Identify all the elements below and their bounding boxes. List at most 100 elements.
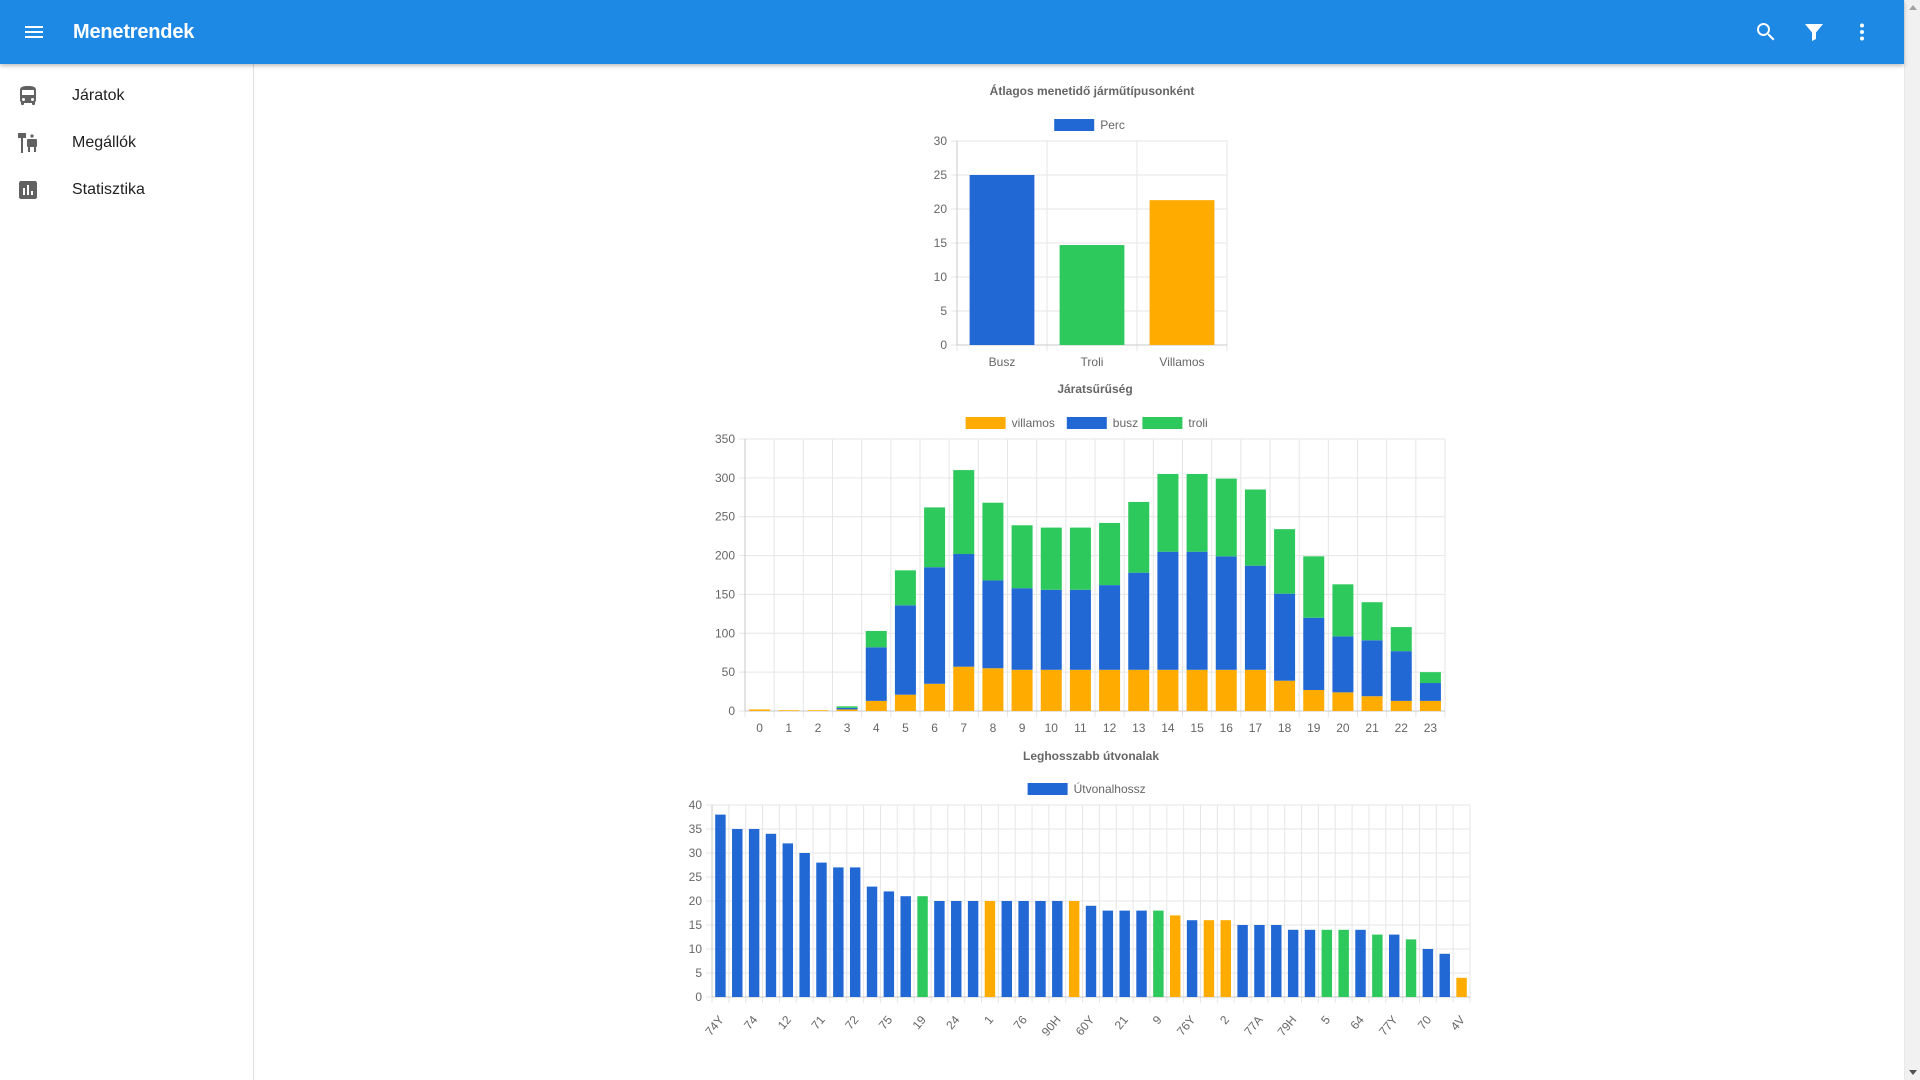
bar	[1456, 977, 1467, 997]
x-tick-label: 21	[1365, 721, 1379, 735]
bar-villamos	[1303, 690, 1325, 711]
chart-title: Leghosszabb útvonalak	[1023, 749, 1159, 763]
sidebar-item-megallok[interactable]: Megállók	[0, 119, 253, 166]
bar-troli	[865, 630, 887, 648]
x-tick-label: 9	[1150, 1013, 1165, 1027]
bar-troli	[1274, 529, 1296, 594]
bar-busz	[836, 707, 858, 710]
sidebar-item-statisztika[interactable]: Statisztika	[0, 166, 253, 213]
bar-troli	[1099, 522, 1121, 586]
bar-villamos	[1274, 680, 1296, 711]
bar-troli	[836, 706, 858, 708]
search-icon	[1757, 23, 1775, 41]
bar-troli	[1244, 489, 1266, 566]
bar-busz	[1244, 565, 1266, 670]
bar	[849, 867, 861, 997]
menu-button[interactable]	[0, 0, 68, 64]
bar	[1153, 910, 1164, 997]
sidebar-item-label: Megállók	[72, 133, 137, 151]
x-tick-label: 79H	[1275, 1013, 1300, 1039]
y-tick-label: 15	[689, 918, 703, 932]
scroll-down-icon[interactable]	[1909, 1070, 1917, 1075]
bar-busz	[1215, 556, 1237, 670]
x-tick-label: 70	[1415, 1013, 1435, 1032]
y-tick-label: 25	[934, 168, 948, 182]
y-tick-label: 10	[689, 942, 703, 956]
bar-villamos	[1069, 669, 1091, 711]
x-tick-label: 90H	[1039, 1013, 1064, 1039]
x-tick-label: 71	[808, 1013, 828, 1032]
bar-troli	[1157, 473, 1179, 552]
x-tick-label: 1	[785, 721, 792, 735]
y-tick-label: 20	[689, 894, 703, 908]
x-tick-label: 14	[1161, 721, 1175, 735]
bar	[967, 901, 979, 997]
bar	[1001, 901, 1012, 997]
y-tick-label: 200	[715, 549, 735, 563]
y-tick-label: 25	[689, 870, 703, 884]
x-tick-label: 11	[1074, 721, 1087, 735]
y-tick-label: 10	[934, 270, 948, 284]
x-tick-label: 16	[1220, 721, 1234, 735]
x-tick-label: 2	[815, 721, 822, 735]
bar-troli	[1040, 527, 1062, 590]
bar	[1068, 901, 1080, 997]
x-tick-label: 18	[1278, 721, 1292, 735]
x-tick-label: 2	[1217, 1013, 1232, 1027]
bar-villamos	[1361, 696, 1383, 711]
legend-swatch	[1027, 783, 1068, 795]
bar-busz	[1011, 588, 1033, 670]
filter-icon	[1805, 24, 1823, 41]
bar-villamos	[1040, 669, 1062, 711]
bar-troli	[953, 470, 975, 555]
bar-villamos	[1390, 700, 1412, 711]
bar-troli	[894, 570, 916, 606]
bar-troli	[1128, 501, 1150, 573]
x-tick-label: 21	[1112, 1013, 1132, 1032]
bar	[833, 867, 844, 997]
filter-button[interactable]	[1790, 8, 1838, 56]
sidebar-item-label: Járatok	[72, 86, 125, 104]
y-tick-label: 350	[715, 432, 735, 446]
bar-busz	[953, 554, 975, 667]
bar-busz	[1128, 572, 1150, 670]
bar-troli	[1332, 584, 1354, 637]
scroll-up-icon[interactable]	[1909, 5, 1917, 10]
sidebar-item-jaratok[interactable]: Járatok	[0, 72, 253, 119]
x-tick-label: Troli	[1081, 355, 1104, 369]
y-tick-label: 50	[722, 665, 736, 679]
bar	[1136, 910, 1147, 997]
x-tick-label: 19	[910, 1013, 930, 1032]
y-tick-label: 300	[715, 471, 735, 485]
y-tick-label: 0	[940, 338, 947, 352]
bar-busz	[1186, 551, 1208, 670]
bar-troli	[924, 507, 946, 568]
y-tick-label: 20	[934, 202, 948, 216]
scrollbar[interactable]	[1904, 0, 1920, 1080]
bar	[1287, 929, 1299, 997]
bar-troli	[1215, 478, 1237, 557]
more-vert-icon	[1860, 23, 1864, 41]
x-tick-label: 17	[1249, 721, 1263, 735]
x-tick-label: 3	[844, 721, 851, 735]
bar	[1119, 910, 1130, 997]
x-tick-label: 19	[1307, 721, 1321, 735]
search-button[interactable]	[1742, 8, 1790, 56]
bar-villamos	[778, 710, 800, 711]
x-tick-label: 20	[1336, 721, 1350, 735]
x-tick-label: 64	[1347, 1013, 1367, 1032]
bar	[1321, 929, 1333, 997]
chart-title: Átlagos menetidő járműtípusonként	[990, 83, 1195, 98]
more-options-button[interactable]	[1838, 8, 1886, 56]
bar	[1355, 929, 1366, 997]
bar	[1237, 925, 1248, 997]
x-tick-label: 75	[876, 1013, 896, 1032]
avg-travel-time-chart: Átlagos menetidő járműtípusonként Perc 0 5 1…	[689, 83, 1471, 1039]
bar	[934, 901, 945, 997]
legend-label: busz	[1113, 416, 1138, 430]
app-title: Menetrendek	[73, 20, 195, 43]
x-tick-label: 5	[1318, 1013, 1333, 1027]
x-tick-label: 4V	[1448, 1013, 1468, 1033]
legend-swatch	[1066, 417, 1107, 429]
bar	[799, 853, 810, 997]
